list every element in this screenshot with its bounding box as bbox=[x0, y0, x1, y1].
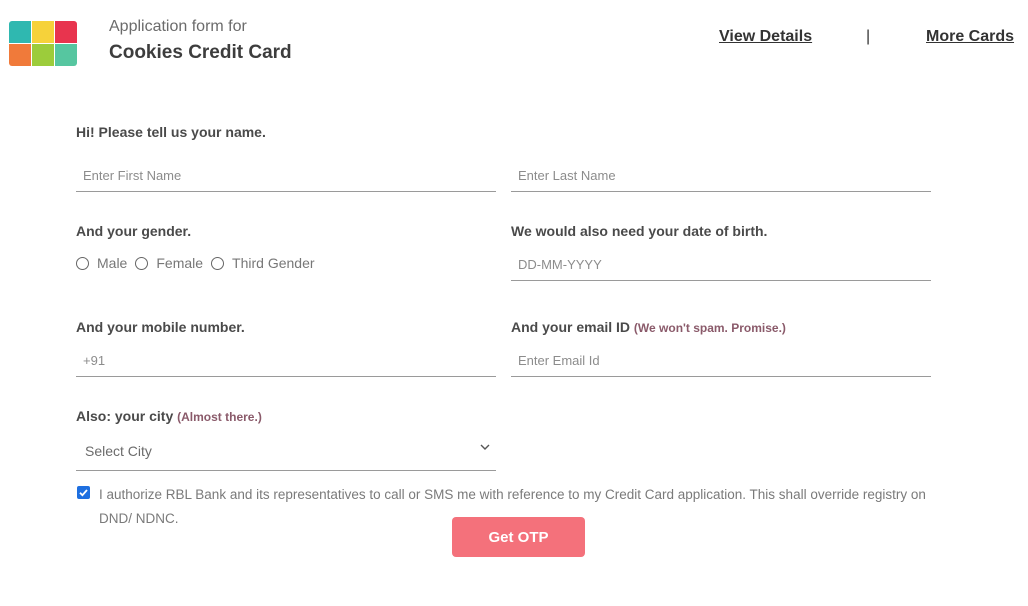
dob-field bbox=[511, 249, 931, 281]
dob-input[interactable] bbox=[511, 249, 931, 280]
gender-option-label: Third Gender bbox=[232, 255, 315, 271]
gender-radio-group: Male Female Third Gender bbox=[76, 255, 323, 271]
chevron-down-icon bbox=[480, 444, 490, 450]
consent-checkbox[interactable] bbox=[77, 486, 90, 499]
gender-label: And your gender. bbox=[76, 223, 192, 239]
email-label: And your email ID (We won't spam. Promis… bbox=[511, 319, 786, 335]
mobile-field bbox=[76, 345, 496, 377]
checkmark-icon bbox=[79, 489, 88, 497]
view-details-link[interactable]: View Details bbox=[719, 28, 812, 46]
radio-button-female[interactable] bbox=[135, 256, 149, 270]
gender-option-male[interactable]: Male bbox=[76, 255, 127, 271]
email-label-text: And your email ID bbox=[511, 319, 631, 335]
card-logo bbox=[9, 21, 77, 66]
gender-option-label: Female bbox=[156, 255, 204, 271]
email-hint: (We won't spam. Promise.) bbox=[633, 321, 786, 335]
name-label: Hi! Please tell us your name. bbox=[76, 124, 266, 140]
city-select-value: Select City bbox=[85, 443, 152, 459]
radio-button-third[interactable] bbox=[211, 256, 225, 270]
gender-option-third[interactable]: Third Gender bbox=[211, 255, 315, 271]
header-subtitle: Application form for bbox=[109, 18, 247, 35]
city-select[interactable]: Select City bbox=[76, 432, 496, 471]
first-name-field bbox=[76, 160, 496, 192]
radio-button-male[interactable] bbox=[76, 256, 89, 270]
get-otp-button[interactable]: Get OTP bbox=[452, 517, 585, 557]
dob-label: We would also need your date of birth. bbox=[511, 223, 768, 239]
mobile-label: And your mobile number. bbox=[76, 319, 245, 335]
last-name-input[interactable] bbox=[511, 160, 931, 191]
page-title: Cookies Credit Card bbox=[109, 42, 292, 63]
last-name-field bbox=[511, 160, 931, 192]
email-field bbox=[511, 345, 931, 377]
gender-option-female[interactable]: Female bbox=[135, 255, 203, 271]
city-label: Also: your city (Almost there.) bbox=[76, 408, 262, 424]
more-cards-link[interactable]: More Cards bbox=[926, 28, 1014, 46]
mobile-input[interactable] bbox=[76, 345, 496, 376]
nav-separator: | bbox=[866, 28, 871, 45]
city-label-text: Also: your city bbox=[76, 408, 174, 424]
email-input[interactable] bbox=[511, 345, 931, 376]
gender-option-label: Male bbox=[97, 255, 128, 271]
city-hint: (Almost there.) bbox=[177, 410, 262, 424]
first-name-input[interactable] bbox=[76, 160, 496, 191]
